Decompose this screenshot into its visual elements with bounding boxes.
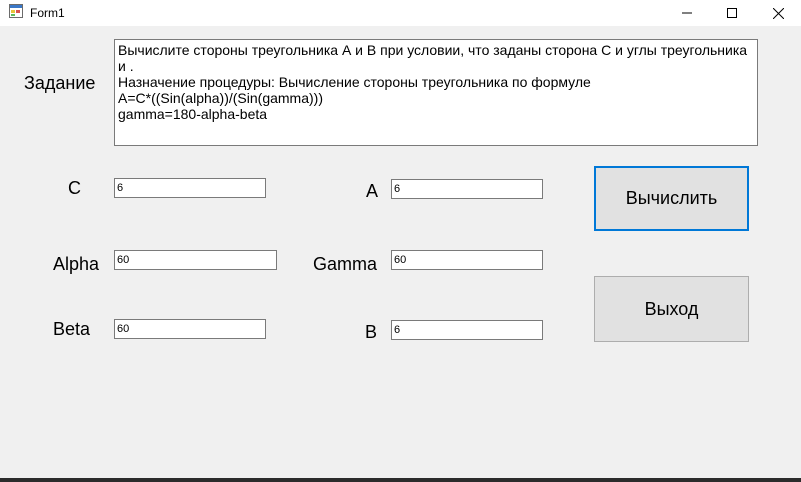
b-input[interactable]: 6 <box>391 320 543 340</box>
c-input[interactable]: 6 <box>114 178 266 198</box>
window-title: Form1 <box>30 6 65 20</box>
close-button[interactable] <box>755 0 801 26</box>
gamma-input[interactable]: 60 <box>391 250 543 270</box>
alpha-label: Alpha <box>53 254 100 274</box>
calculate-button[interactable]: Вычислить <box>594 166 749 231</box>
a-input[interactable]: 6 <box>391 179 543 199</box>
b-label: B <box>365 322 378 342</box>
c-label: C <box>68 178 81 198</box>
title-bar: Form1 <box>0 0 801 26</box>
minimize-button[interactable] <box>664 0 710 26</box>
task-textbox[interactable]: Вычислите стороны треугольника А и В при… <box>114 39 758 146</box>
maximize-icon <box>727 8 737 18</box>
beta-label: Beta <box>53 319 91 339</box>
task-label: Задание <box>24 73 96 93</box>
minimize-icon <box>682 8 692 18</box>
gamma-label: Gamma <box>313 254 378 274</box>
a-label: A <box>366 181 379 201</box>
exit-button[interactable]: Выход <box>594 276 749 342</box>
maximize-button[interactable] <box>709 0 755 26</box>
app-form-icon <box>9 4 23 18</box>
window-bottom-edge <box>0 478 801 482</box>
beta-input[interactable]: 60 <box>114 319 266 339</box>
close-icon <box>772 7 784 19</box>
alpha-input[interactable]: 60 <box>114 250 277 270</box>
